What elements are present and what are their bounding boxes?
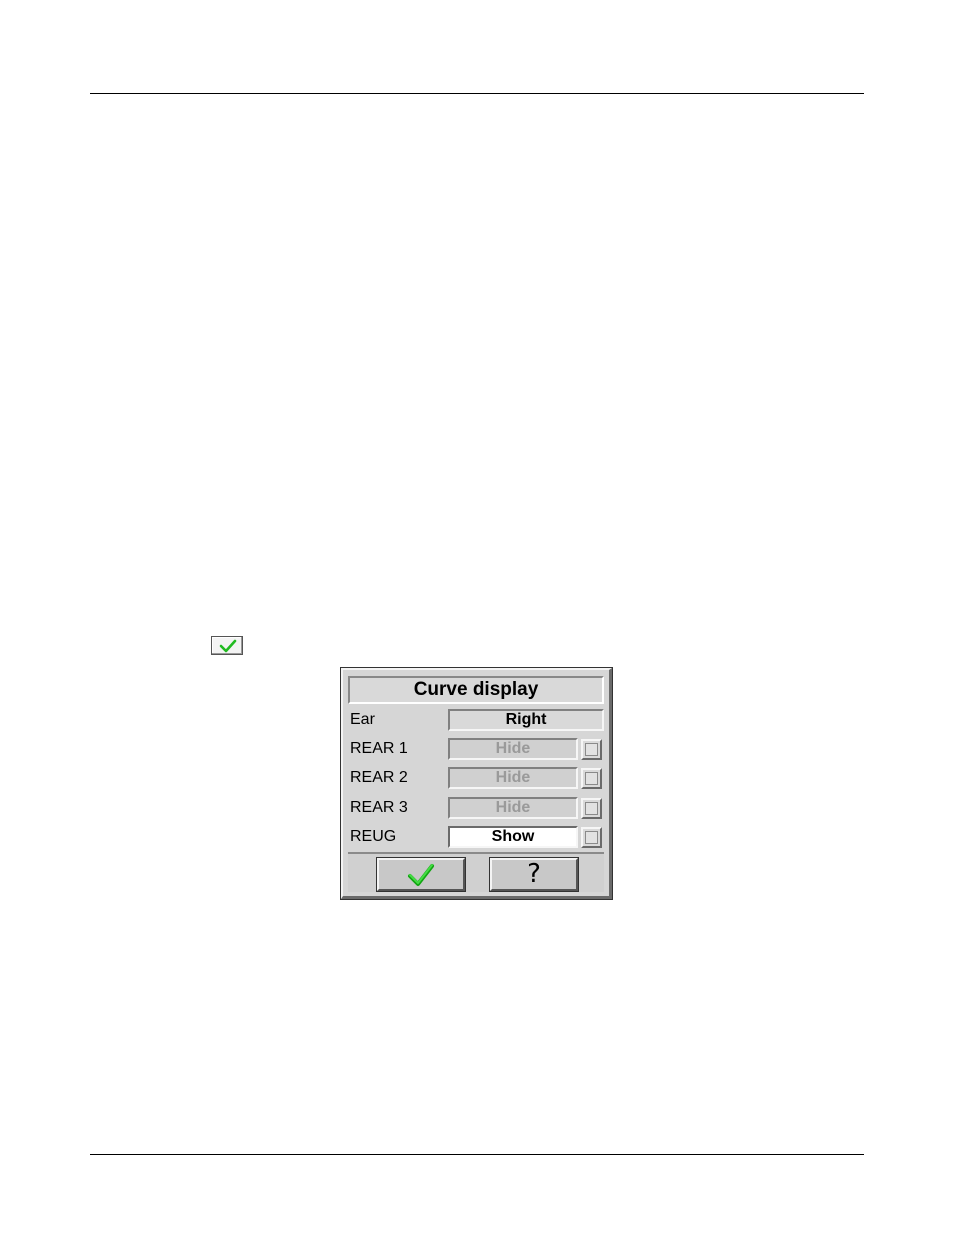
help-button-label: ? <box>527 859 541 889</box>
footer-rule <box>90 1154 864 1155</box>
header-rule <box>90 93 864 94</box>
rear3-toggle-checkbox[interactable] <box>581 798 602 819</box>
help-button[interactable]: ? <box>489 857 579 892</box>
rear2-label: REAR 2 <box>350 769 408 786</box>
dialog-title: Curve display <box>348 676 604 704</box>
reug-toggle-checkbox[interactable] <box>581 827 602 848</box>
rear2-toggle-checkbox[interactable] <box>581 768 602 789</box>
rear1-toggle-checkbox[interactable] <box>581 739 602 760</box>
rear1-value-field[interactable]: Hide <box>448 738 578 760</box>
ear-value-field[interactable]: Right <box>448 709 604 731</box>
checkmark-icon <box>219 639 237 653</box>
rear3-value-field[interactable]: Hide <box>448 797 578 819</box>
curve-display-dialog: Curve display Ear Right REAR 1 Hide REAR… <box>340 667 613 900</box>
dialog-button-bar: ? <box>348 852 604 892</box>
inline-ok-button-illustration <box>211 636 243 655</box>
rear3-label: REAR 3 <box>350 799 408 816</box>
rear1-label: REAR 1 <box>350 740 408 757</box>
checkmark-icon <box>408 864 434 886</box>
ok-button[interactable] <box>376 857 466 892</box>
ear-label: Ear <box>350 711 375 728</box>
reug-value-field[interactable]: Show <box>448 826 578 848</box>
reug-label: REUG <box>350 828 397 845</box>
rear2-value-field[interactable]: Hide <box>448 767 578 789</box>
